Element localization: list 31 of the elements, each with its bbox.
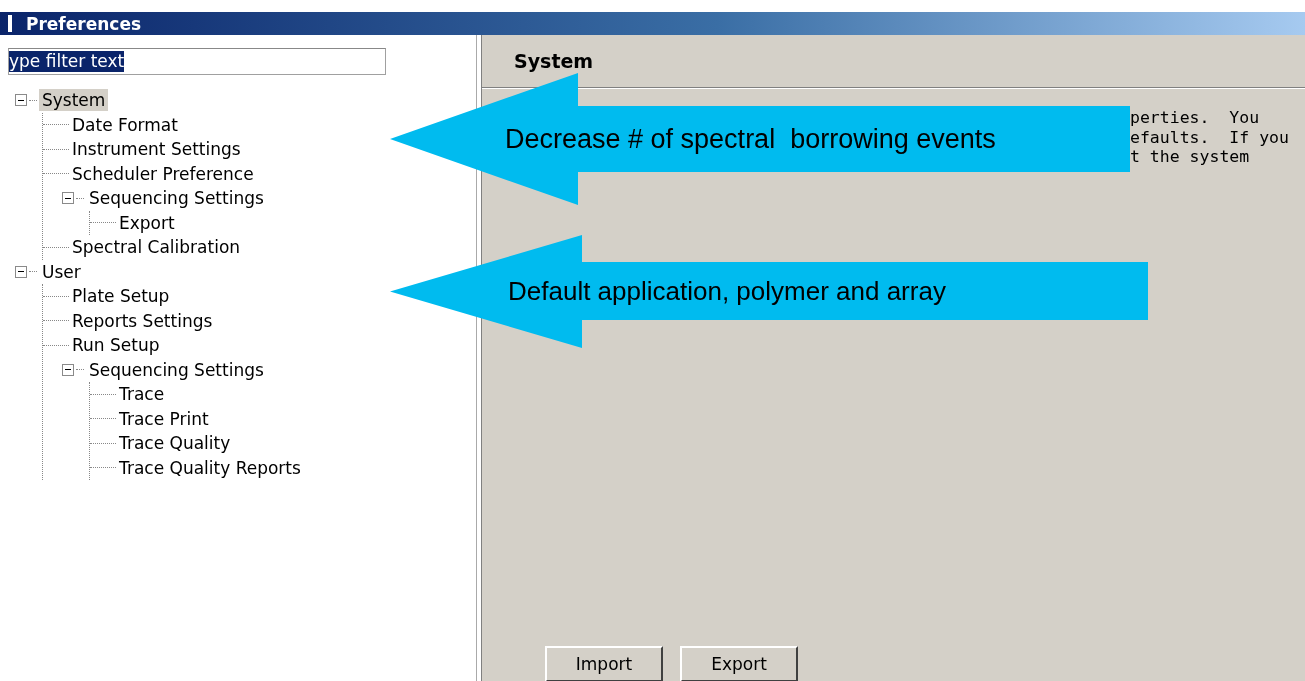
page-title: System <box>514 50 594 72</box>
collapse-icon[interactable] <box>62 363 74 376</box>
description-text: efaults. If you <box>1130 127 1290 147</box>
tree-item[interactable]: User <box>39 260 84 283</box>
filter-field[interactable]: ype filter text <box>8 48 386 75</box>
collapse-icon[interactable] <box>15 94 27 107</box>
dialog-button[interactable]: Import <box>545 646 663 681</box>
tree-item[interactable]: Export <box>116 211 178 234</box>
tree-item[interactable]: Spectral Calibration <box>69 236 244 259</box>
callout-text: Decrease # of spectral borrowing events <box>505 122 996 156</box>
description-text: t the system <box>1130 147 1251 167</box>
window-icon <box>8 15 12 32</box>
description-text: perties. You <box>1130 108 1261 128</box>
callout-text: Default application, polymer and array <box>508 274 946 308</box>
tree-item[interactable]: Trace Print <box>116 407 212 430</box>
tree-item[interactable]: Trace <box>116 383 168 406</box>
window-title: Preferences <box>25 13 142 34</box>
collapse-icon[interactable] <box>62 192 74 205</box>
tree-item[interactable]: Sequencing Settings <box>86 358 267 381</box>
tree-item[interactable]: Date Format <box>69 113 181 136</box>
tree-item[interactable]: Sequencing Settings <box>86 187 267 210</box>
tree-item[interactable]: Plate Setup <box>69 285 173 308</box>
tree-item[interactable]: Scheduler Preference <box>69 162 257 185</box>
dialog-button[interactable]: Export <box>680 646 798 681</box>
tree-item[interactable]: Instrument Settings <box>69 138 244 161</box>
tree-item[interactable]: Trace Quality <box>116 432 234 455</box>
tree-item[interactable]: Run Setup <box>69 334 163 357</box>
tree-item[interactable]: Trace Quality Reports <box>116 456 304 479</box>
collapse-icon[interactable] <box>15 265 27 278</box>
tree-item[interactable]: Reports Settings <box>69 309 216 332</box>
tree-item[interactable]: System <box>39 89 109 112</box>
